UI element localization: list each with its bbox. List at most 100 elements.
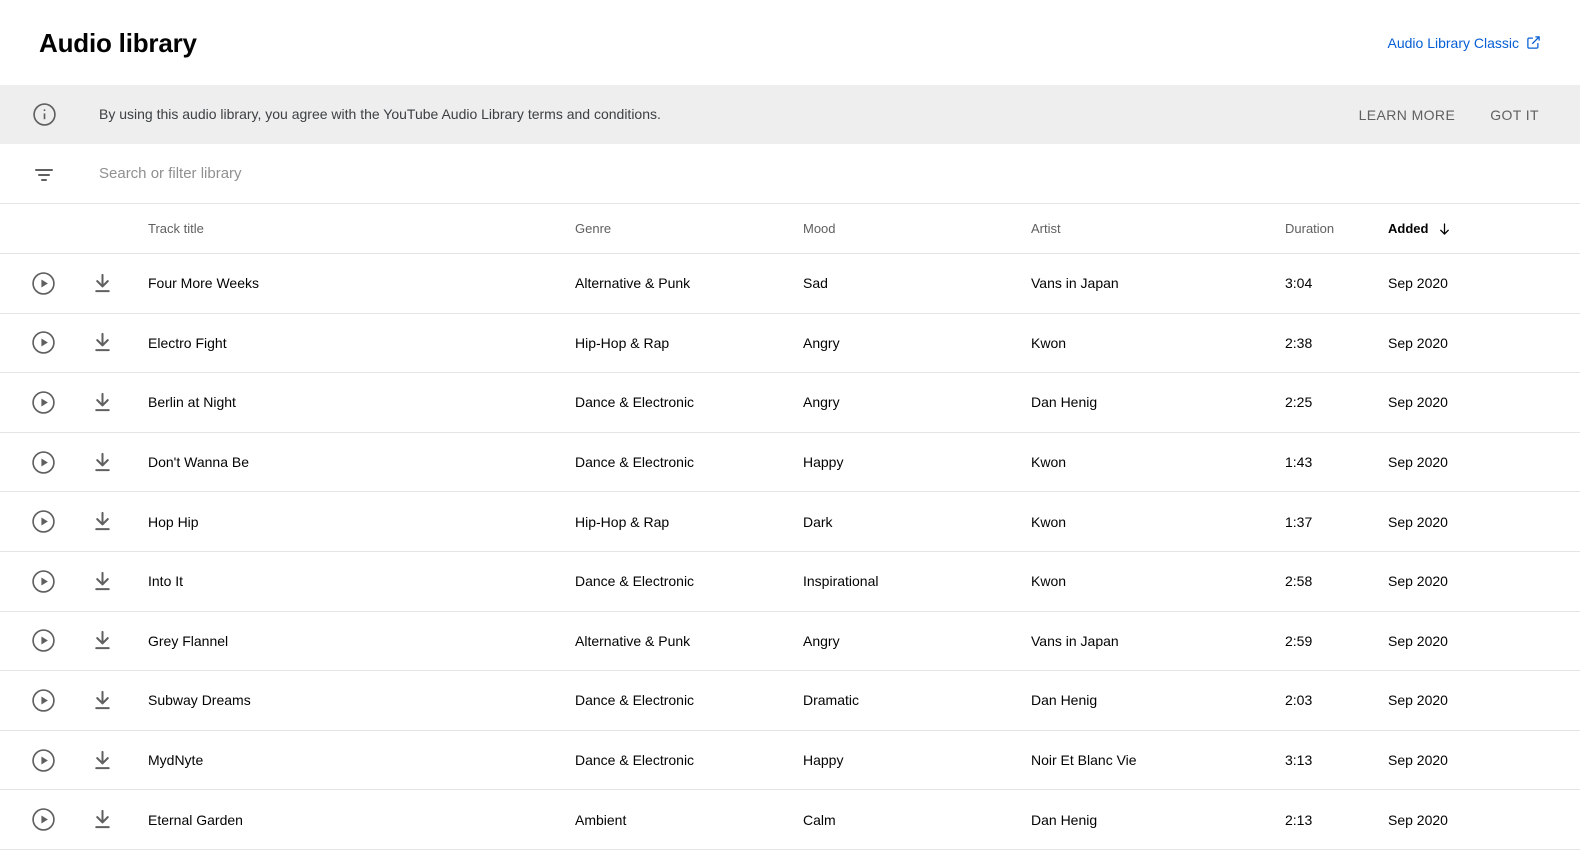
column-header-mood[interactable]: Mood — [803, 221, 1031, 236]
external-link-icon — [1526, 35, 1541, 50]
cell-mood: Inspirational — [803, 573, 879, 590]
cell-added: Sep 2020 — [1388, 454, 1448, 471]
cell-duration: 1:43 — [1285, 454, 1313, 471]
play-circle-icon[interactable] — [30, 450, 56, 475]
cell-genre: Dance & Electronic — [575, 752, 695, 769]
cell-artist: Vans in Japan — [1031, 632, 1119, 649]
cell-genre: Ambient — [575, 811, 627, 828]
cell-added: Sep 2020 — [1388, 275, 1448, 292]
table-row[interactable]: Grey Flannel Alternative & Punk Angry Va… — [0, 612, 1580, 672]
cell-duration: 2:58 — [1285, 573, 1313, 590]
table-row[interactable]: Eternal Garden Ambient Calm Dan Henig 2:… — [0, 790, 1580, 850]
download-icon[interactable] — [89, 629, 115, 652]
play-circle-icon[interactable] — [30, 509, 56, 534]
play-circle-icon[interactable] — [30, 807, 56, 832]
table-body: Four More Weeks Alternative & Punk Sad V… — [0, 254, 1580, 850]
column-header-genre[interactable]: Genre — [575, 221, 803, 236]
track-table: Track title Genre Mood Artist Duration A… — [0, 204, 1580, 850]
table-row[interactable]: Four More Weeks Alternative & Punk Sad V… — [0, 254, 1580, 314]
play-circle-icon[interactable] — [30, 688, 56, 713]
cell-artist: Dan Henig — [1031, 692, 1098, 709]
table-row[interactable]: Electro Fight Hip-Hop & Rap Angry Kwon 2… — [0, 314, 1580, 374]
cell-duration: 3:04 — [1285, 275, 1313, 292]
info-icon — [26, 102, 62, 127]
cell-artist: Kwon — [1031, 573, 1067, 590]
page-title: Audio library — [39, 27, 197, 58]
cell-track-title: Grey Flannel — [148, 632, 229, 649]
play-circle-icon[interactable] — [30, 748, 56, 773]
cell-mood: Happy — [803, 752, 844, 769]
table-row[interactable]: MydNyte Dance & Electronic Happy Noir Et… — [0, 731, 1580, 791]
play-circle-icon[interactable] — [30, 628, 56, 653]
table-row[interactable]: Hop Hip Hip-Hop & Rap Dark Kwon 1:37 Sep… — [0, 492, 1580, 552]
download-icon[interactable] — [89, 272, 115, 295]
play-circle-icon[interactable] — [30, 390, 56, 415]
cell-mood: Angry — [803, 394, 840, 411]
cell-artist: Dan Henig — [1031, 394, 1098, 411]
table-row[interactable]: Subway Dreams Dance & Electronic Dramati… — [0, 671, 1580, 731]
cell-mood: Angry — [803, 632, 840, 649]
download-icon[interactable] — [89, 331, 115, 354]
cell-added: Sep 2020 — [1388, 573, 1448, 590]
cell-artist: Kwon — [1031, 454, 1067, 471]
cell-genre: Dance & Electronic — [575, 454, 695, 471]
cell-duration: 3:13 — [1285, 752, 1313, 769]
arrow-down-icon — [1437, 221, 1452, 237]
table-row[interactable]: Berlin at Night Dance & Electronic Angry… — [0, 373, 1580, 433]
learn-more-button[interactable]: LEARN MORE — [1357, 103, 1458, 127]
cell-track-title: MydNyte — [148, 752, 204, 769]
cell-duration: 2:25 — [1285, 394, 1313, 411]
cell-artist: Noir Et Blanc Vie — [1031, 752, 1137, 769]
download-icon[interactable] — [89, 391, 115, 414]
cell-track-title: Subway Dreams — [148, 692, 251, 709]
download-icon[interactable] — [89, 808, 115, 831]
column-header-track-title[interactable]: Track title — [148, 221, 575, 236]
cell-genre: Dance & Electronic — [575, 573, 695, 590]
cell-track-title: Into It — [148, 573, 184, 590]
download-icon[interactable] — [89, 510, 115, 533]
cell-genre: Hip-Hop & Rap — [575, 334, 670, 351]
download-icon[interactable] — [89, 451, 115, 474]
terms-notice-text: By using this audio library, you agree w… — [99, 105, 661, 122]
search-filter-bar — [0, 144, 1580, 204]
table-header-row: Track title Genre Mood Artist Duration A… — [0, 204, 1580, 254]
filter-icon[interactable] — [26, 162, 62, 186]
cell-genre: Hip-Hop & Rap — [575, 513, 670, 530]
cell-mood: Dark — [803, 513, 833, 530]
cell-duration: 2:13 — [1285, 811, 1313, 828]
column-header-duration[interactable]: Duration — [1285, 221, 1388, 236]
got-it-button[interactable]: GOT IT — [1488, 103, 1541, 127]
cell-mood: Calm — [803, 811, 836, 828]
notice-actions: LEARN MORE GOT IT — [1357, 103, 1541, 127]
cell-mood: Happy — [803, 454, 844, 471]
cell-duration: 2:03 — [1285, 692, 1313, 709]
cell-added: Sep 2020 — [1388, 632, 1448, 649]
play-circle-icon[interactable] — [30, 569, 56, 594]
cell-genre: Dance & Electronic — [575, 394, 695, 411]
cell-track-title: Hop Hip — [148, 513, 199, 530]
cell-track-title: Berlin at Night — [148, 394, 236, 411]
cell-added: Sep 2020 — [1388, 752, 1448, 769]
cell-added: Sep 2020 — [1388, 513, 1448, 530]
cell-genre: Alternative & Punk — [575, 632, 691, 649]
play-circle-icon[interactable] — [30, 271, 56, 296]
cell-track-title: Electro Fight — [148, 334, 227, 351]
audio-library-classic-label: Audio Library Classic — [1387, 34, 1520, 51]
play-circle-icon[interactable] — [30, 330, 56, 355]
download-icon[interactable] — [89, 749, 115, 772]
column-header-added-label: Added — [1388, 221, 1429, 236]
table-row[interactable]: Into It Dance & Electronic Inspirational… — [0, 552, 1580, 612]
audio-library-classic-link[interactable]: Audio Library Classic — [1388, 35, 1542, 51]
table-row[interactable]: Don't Wanna Be Dance & Electronic Happy … — [0, 433, 1580, 493]
terms-notice-banner: By using this audio library, you agree w… — [0, 85, 1580, 144]
search-input[interactable] — [99, 165, 1541, 182]
download-icon[interactable] — [89, 570, 115, 593]
column-header-artist[interactable]: Artist — [1031, 221, 1285, 236]
cell-added: Sep 2020 — [1388, 811, 1448, 828]
download-icon[interactable] — [89, 689, 115, 712]
cell-artist: Dan Henig — [1031, 811, 1098, 828]
column-header-added[interactable]: Added — [1388, 221, 1538, 237]
cell-track-title: Eternal Garden — [148, 811, 243, 828]
cell-duration: 1:37 — [1285, 513, 1313, 530]
cell-artist: Kwon — [1031, 334, 1067, 351]
